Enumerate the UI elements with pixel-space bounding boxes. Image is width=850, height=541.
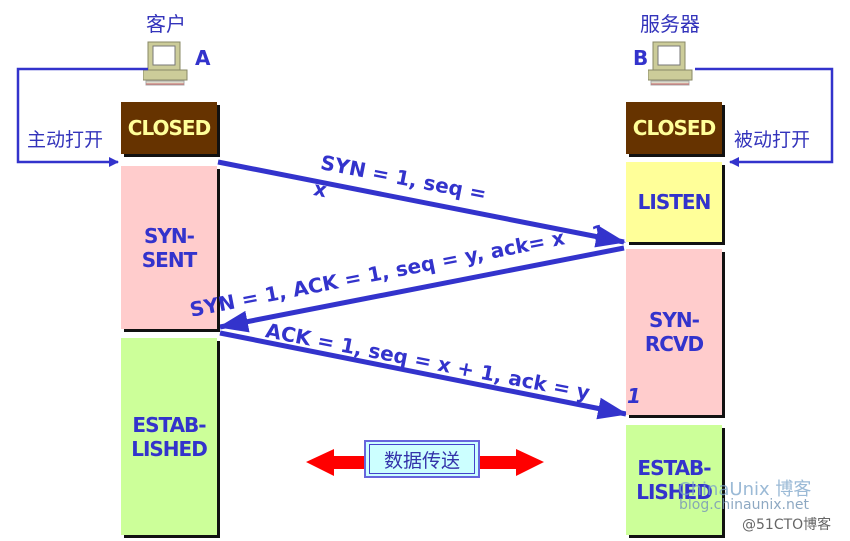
client-state-established: ESTAB- LISHED	[121, 338, 217, 535]
server-state-listen: LISTEN	[626, 162, 722, 242]
cto-watermark: @51CTO博客	[742, 517, 832, 533]
passive-open-label: 被动打开	[734, 129, 811, 151]
server-state-closed: CLOSED	[626, 102, 722, 154]
client-state-closed: CLOSED	[121, 102, 217, 154]
data-transfer-label: 数据传送	[369, 444, 475, 474]
data-transfer-box: 数据传送	[364, 440, 480, 478]
ack-message-tail: 1	[627, 384, 641, 408]
chinaunix-url-watermark: blog.chinaunix.net	[679, 497, 809, 513]
active-open-label: 主动打开	[27, 129, 104, 151]
